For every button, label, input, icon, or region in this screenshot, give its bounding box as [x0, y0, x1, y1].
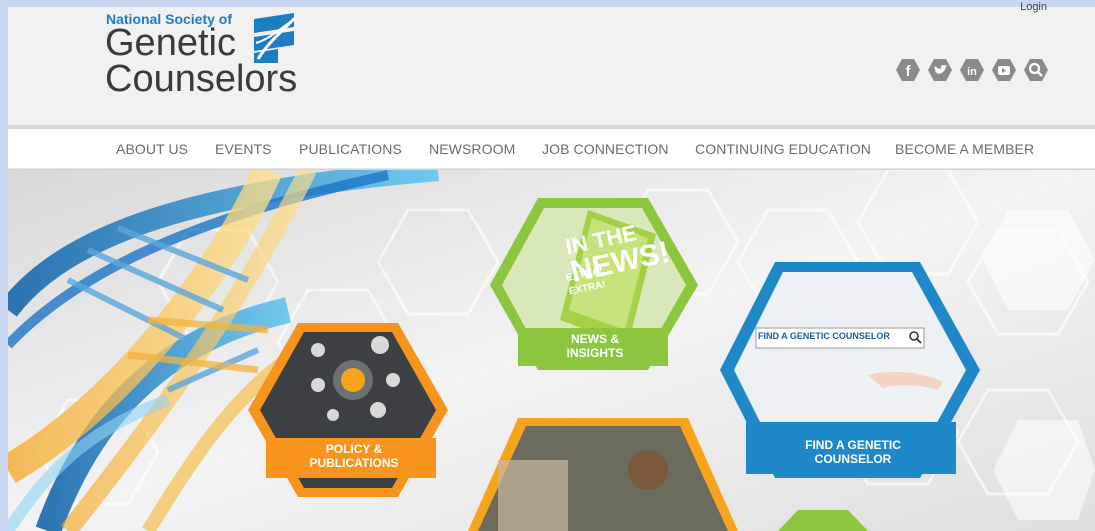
nav-continuing-education[interactable]: CONTINUING EDUCATION [695, 141, 871, 157]
window-left-strip [0, 0, 8, 531]
svg-text:in: in [967, 66, 977, 78]
social-links: f in [895, 57, 1049, 83]
site-header: Login National Society of Genetic Counse… [8, 1, 1095, 125]
magnifier-icon [909, 331, 922, 344]
twitter-icon[interactable] [927, 57, 953, 83]
nav-become-a-member[interactable]: BECOME A MEMBER [895, 141, 1034, 157]
nav-events[interactable]: EVENTS [215, 141, 272, 157]
find-genetic-counselor-link[interactable]: FIND A GENETIC COUNSELOR [798, 438, 908, 466]
nav-about-us[interactable]: ABOUT US [116, 141, 188, 157]
hero-background [8, 170, 1095, 531]
nav-publications[interactable]: PUBLICATIONS [299, 141, 402, 157]
nav-job-connection[interactable]: JOB CONNECTION [542, 141, 669, 157]
logo-line-counselors: Counselors [105, 58, 298, 100]
window-top-strip [0, 0, 1095, 7]
login-link[interactable]: Login [1020, 1, 1047, 13]
search-icon[interactable] [1023, 57, 1049, 83]
facebook-icon[interactable]: f [895, 57, 921, 83]
news-insights-link[interactable]: NEWS & INSIGHTS [565, 332, 625, 360]
dna-logo-icon [254, 13, 298, 63]
hero-banner: IN THE NEWS! EXTRA! EXTRA! NEWS & INSIGH… [8, 170, 1095, 531]
linkedin-icon[interactable]: in [959, 57, 985, 83]
main-nav: ABOUT US EVENTS PUBLICATIONS NEWSROOM JO… [8, 129, 1095, 169]
find-counselor-searchbox: FIND A GENETIC COUNSELOR [758, 331, 890, 341]
policy-publications-link[interactable]: POLICY & PUBLICATIONS [304, 442, 404, 470]
nav-newsroom[interactable]: NEWSROOM [429, 141, 515, 157]
youtube-icon[interactable] [991, 57, 1017, 83]
